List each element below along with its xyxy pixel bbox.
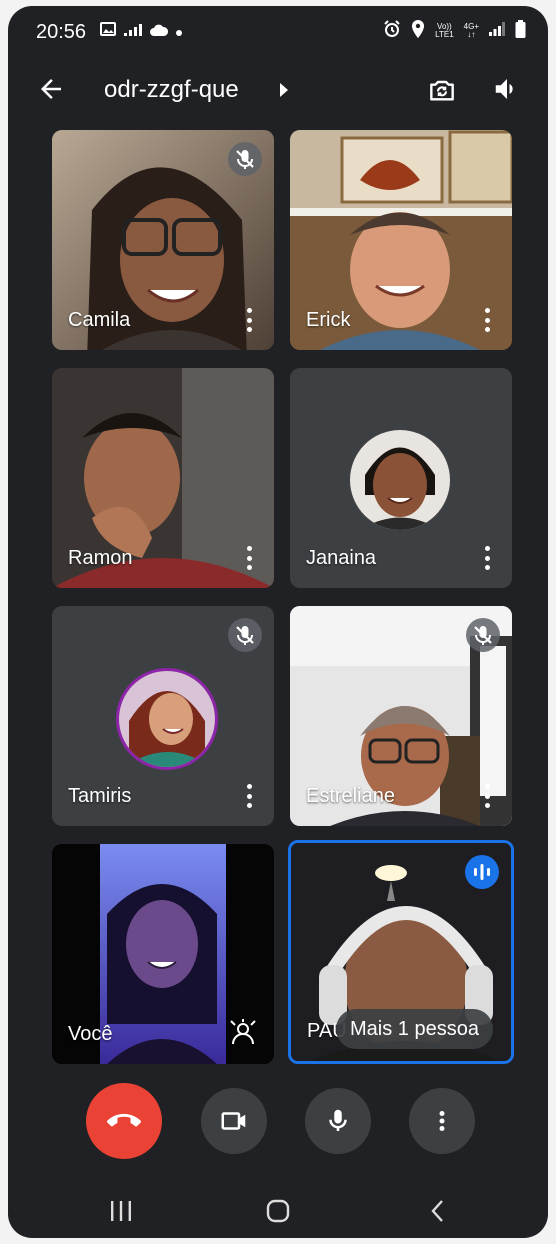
mic-off-icon [228,618,262,652]
more-options-icon[interactable] [246,308,252,332]
phone-screen: 20:56 Vo)) LTE1 4G+ ↓↑ odr-zzgf-que Cami… [8,6,548,1238]
status-time: 20:56 [36,21,87,43]
more-options-button[interactable] [409,1088,475,1154]
participant-tile[interactable]: Janaina [290,368,512,588]
alarm-icon [383,20,401,41]
back-nav-icon[interactable] [426,1198,452,1224]
mic-off-icon [228,142,262,176]
more-vert-icon [439,1111,445,1131]
speaker-icon[interactable] [492,74,524,106]
meeting-details-caret-icon[interactable] [280,83,288,97]
participant-tile[interactable]: Camila [52,130,274,350]
participant-tile[interactable]: Ramon [52,368,274,588]
more-options-icon[interactable] [484,546,490,570]
participant-name: Você [68,1023,113,1045]
participant-name: Tamiris [68,785,132,807]
cloud-icon [150,23,169,41]
participant-tile[interactable]: Estreliane [290,606,512,826]
meeting-top-bar: odr-zzgf-que [8,62,548,118]
signal-bars-icon [124,23,142,41]
participant-tile-active-speaker[interactable]: PAU Mais 1 pessoa [288,840,514,1064]
back-arrow-icon[interactable] [36,74,66,104]
microphone-button[interactable] [305,1088,371,1154]
system-nav-bar [8,1186,548,1238]
cell-signal-icon [489,22,505,39]
more-options-icon[interactable] [484,784,490,808]
self-view-tile[interactable]: Você [52,844,274,1064]
camera-button[interactable] [201,1088,267,1154]
participant-name: Estreliane [306,785,395,807]
home-icon[interactable] [265,1198,291,1224]
more-options-icon[interactable] [246,784,252,808]
end-call-button[interactable] [86,1083,162,1159]
speaking-indicator-icon [465,855,499,889]
participant-name: Camila [68,309,131,331]
avatar [350,430,450,530]
switch-camera-icon[interactable] [426,74,458,106]
more-participants-pill[interactable]: Mais 1 pessoa [336,1009,493,1049]
location-icon [411,20,425,41]
more-options-icon[interactable] [484,308,490,332]
meeting-code[interactable]: odr-zzgf-que [104,76,239,104]
recent-apps-icon[interactable] [108,1198,134,1224]
video-camera-icon [221,1112,246,1130]
participant-tile[interactable]: Erick [290,130,512,350]
volte-label: Vo)) LTE1 [435,21,454,39]
end-call-icon [107,1113,141,1127]
call-controls [8,1083,548,1166]
more-options-icon[interactable] [246,546,252,570]
avatar [116,668,218,770]
participant-name: Ramon [68,547,133,569]
mic-off-icon [466,618,500,652]
participant-name: Janaina [306,547,377,569]
mobile-data-label: 4G+ ↓↑ [463,21,479,39]
gallery-icon [100,22,116,41]
notification-dot-icon [176,23,182,41]
participant-name: Erick [306,309,351,331]
visual-effects-icon[interactable] [228,1018,258,1048]
microphone-icon [329,1109,347,1131]
battery-icon [515,20,526,41]
participant-tile[interactable]: Tamiris [52,606,274,826]
status-bar: 20:56 Vo)) LTE1 4G+ ↓↑ [8,6,548,58]
